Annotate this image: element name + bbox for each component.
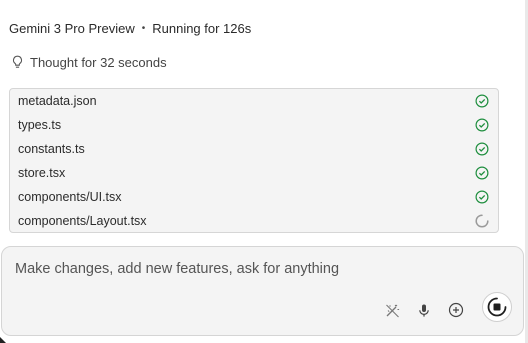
lightbulb-icon (12, 55, 23, 68)
file-name: store.tsx (18, 166, 66, 180)
model-name: Gemini 3 Pro Preview (9, 20, 135, 36)
microphone-icon[interactable] (413, 299, 435, 321)
file-row: components/UI.tsx (10, 185, 498, 209)
file-row: constants.ts (10, 137, 498, 161)
file-progress-list: metadata.json types.ts constants.ts stor… (9, 88, 499, 233)
check-circle-icon (474, 94, 489, 109)
file-name: constants.ts (18, 142, 85, 156)
magic-edit-icon[interactable] (381, 299, 403, 321)
prompt-input[interactable]: Make changes, add new features, ask for … (15, 261, 339, 277)
file-row: components/Layout.tsx (10, 209, 498, 233)
thought-toggle[interactable]: Thought for 32 seconds (11, 53, 167, 71)
run-status: Gemini 3 Pro Preview • Running for 126s (9, 19, 251, 37)
check-circle-icon (474, 118, 489, 133)
file-row: store.tsx (10, 161, 498, 185)
window-corner (0, 337, 6, 343)
check-circle-icon (474, 142, 489, 157)
prompt-composer[interactable]: Make changes, add new features, ask for … (1, 246, 524, 336)
file-name: metadata.json (18, 94, 97, 108)
file-row: types.ts (10, 113, 498, 137)
check-circle-icon (474, 190, 489, 205)
separator-dot: • (141, 22, 146, 34)
file-name: types.ts (18, 118, 62, 132)
file-name: components/UI.tsx (18, 190, 122, 204)
add-icon[interactable] (445, 299, 467, 321)
check-circle-icon (474, 166, 489, 181)
thought-label: Thought for 32 seconds (30, 54, 167, 70)
running-time: Running for 126s (152, 20, 252, 36)
file-name: components/Layout.tsx (18, 214, 147, 228)
stop-button[interactable] (482, 292, 512, 322)
file-row: metadata.json (10, 89, 498, 113)
spinner-icon (474, 214, 489, 229)
stop-icon (487, 297, 507, 317)
